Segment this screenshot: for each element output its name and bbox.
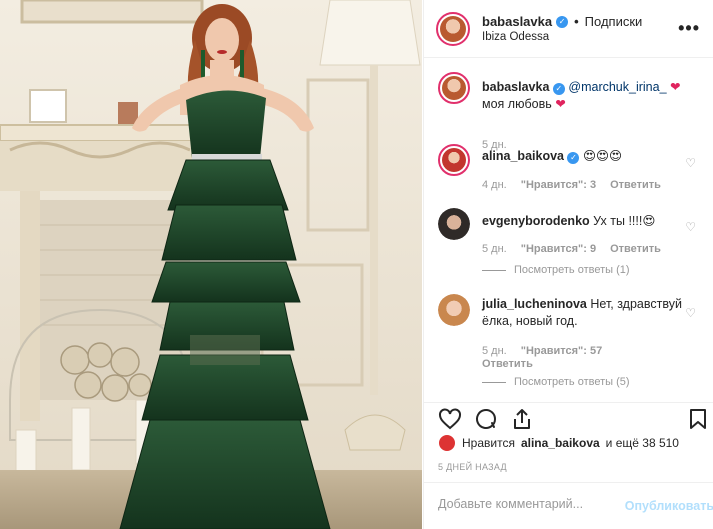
likes-count[interactable]: и ещё 38 510	[606, 436, 679, 450]
comment-like-icon[interactable]: ♡	[685, 156, 696, 170]
share-icon[interactable]	[510, 407, 534, 431]
comment-meta: 5 дн. "Нравится": 9 Ответить	[482, 243, 661, 255]
mention-link[interactable]: @marchuk_irina_	[568, 80, 666, 94]
comment-username[interactable]: alina_baikova	[482, 149, 564, 163]
comment-message: Ух ты !!!!😍	[593, 214, 656, 228]
red-heart-emoji: ❤	[555, 97, 566, 111]
post-header: babaslavka ✓ • Подписки Ibiza Odessa •••	[424, 0, 713, 58]
author-username[interactable]: babaslavka	[482, 14, 552, 29]
comment-text: evgenyborodenko Ух ты !!!!😍	[482, 213, 682, 230]
comment-username[interactable]: julia_lucheninova	[482, 297, 587, 311]
comment-input[interactable]	[438, 497, 618, 511]
reply-button[interactable]: Ответить	[610, 179, 661, 191]
follow-button[interactable]: Подписки	[585, 14, 643, 29]
replies-line	[482, 381, 506, 383]
comments-list[interactable]: babaslavka ✓ @marchuk_irina_ ❤ моя любов…	[424, 58, 713, 402]
post-side-panel: babaslavka ✓ • Подписки Ibiza Odessa •••…	[423, 0, 713, 529]
caption-avatar[interactable]	[438, 72, 470, 104]
location-link[interactable]: Ibiza Odessa	[482, 31, 549, 43]
view-replies-label: Посмотреть ответы (5)	[514, 376, 630, 388]
post-photo[interactable]	[0, 0, 422, 529]
caption-username[interactable]: babaslavka	[482, 80, 549, 94]
comment-like-icon[interactable]: ♡	[685, 306, 696, 320]
comment-time[interactable]: 5 дн.	[482, 243, 507, 255]
publish-button[interactable]: Опубликовать	[625, 499, 713, 513]
reply-button[interactable]: Ответить	[482, 358, 533, 370]
comment-like-icon[interactable]: ♡	[685, 220, 696, 234]
reply-button[interactable]: Ответить	[610, 243, 661, 255]
bookmark-icon[interactable]	[686, 407, 710, 431]
comment-time[interactable]: 5 дн.	[482, 345, 507, 357]
comment-icon[interactable]	[474, 407, 498, 431]
action-bar	[424, 402, 713, 432]
likes-prefix: Нравится	[462, 436, 515, 450]
post-date[interactable]: 5 ДНЕЙ НАЗАД	[438, 462, 507, 472]
caption-text: babaslavka ✓ @marchuk_irina_ ❤ моя любов…	[482, 79, 682, 113]
view-replies-button[interactable]: Посмотреть ответы (1)	[482, 264, 630, 276]
liker-avatar	[438, 434, 456, 452]
replies-line	[482, 269, 506, 271]
author-line: babaslavka ✓ • Подписки	[482, 14, 642, 29]
verified-icon: ✓	[556, 15, 569, 28]
comment-avatar[interactable]	[438, 294, 470, 326]
caption-message: моя любовь	[482, 97, 552, 111]
comment-meta: 4 дн. "Нравится": 3 Ответить	[482, 179, 661, 191]
separator-dot: •	[574, 14, 579, 29]
liker-username[interactable]: alina_baikova	[521, 436, 600, 450]
comment-time[interactable]: 4 дн.	[482, 179, 507, 191]
comment-likes[interactable]: "Нравится": 3	[521, 179, 596, 191]
view-replies-button[interactable]: Посмотреть ответы (5)	[482, 376, 630, 388]
comment-likes[interactable]: "Нравится": 57	[521, 345, 602, 357]
verified-icon: ✓	[567, 152, 580, 164]
heart-icon[interactable]	[438, 407, 462, 431]
comment-text: julia_lucheninova Нет, здравствуй ёлка, …	[482, 296, 682, 330]
comment-username[interactable]: evgenyborodenko	[482, 214, 590, 228]
view-replies-label: Посмотреть ответы (1)	[514, 264, 630, 276]
likes-summary[interactable]: Нравится alina_baikova и ещё 38 510	[438, 434, 679, 452]
verified-icon: ✓	[552, 83, 565, 95]
photo-illustration	[0, 0, 422, 529]
red-heart-emoji: ❤	[670, 80, 681, 94]
comment-text: alina_baikova ✓ 😍😍😍	[482, 148, 682, 165]
comment-meta: 5 дн. "Нравится": 57	[482, 345, 602, 357]
comment-meta-reply: Ответить	[482, 358, 533, 370]
author-avatar[interactable]	[436, 12, 470, 46]
add-comment-bar: Опубликовать	[424, 482, 713, 529]
comment-likes[interactable]: "Нравится": 9	[521, 243, 596, 255]
comment-message: 😍😍😍	[582, 149, 623, 163]
more-options-icon[interactable]: •••	[678, 18, 700, 39]
comment-avatar[interactable]	[438, 144, 470, 176]
comment-avatar[interactable]	[438, 208, 470, 240]
